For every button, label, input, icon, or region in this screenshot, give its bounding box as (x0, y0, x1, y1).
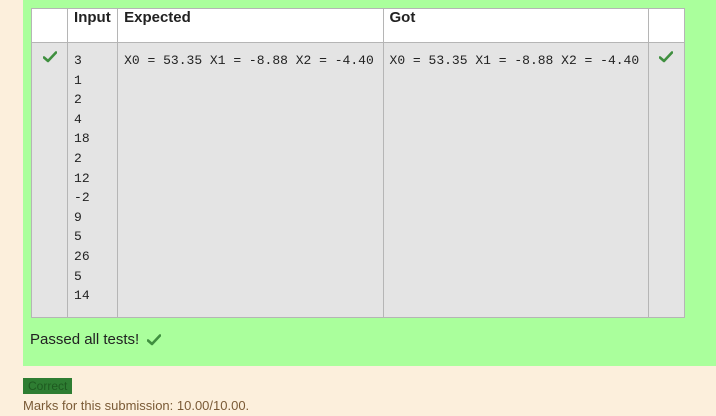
input-line: 5 (74, 268, 82, 284)
expected-output: X0 = 53.35 X1 = -8.88 X2 = -4.40 (124, 53, 374, 68)
input-line: 14 (74, 288, 90, 304)
summary-message: Passed all tests! (30, 331, 162, 348)
test-results-panel: Input Expected Got 3 1 2 4 18 2 12 -2 9 5 26 5 14 X0… (23, 0, 716, 366)
check-icon (42, 51, 57, 63)
marks-text: Marks for this submission: 10.00/10.00. (23, 398, 250, 413)
header-input: Input (67, 8, 119, 43)
header-check2 (647, 8, 686, 43)
input-cell: 3 1 2 4 18 2 12 -2 9 5 26 5 14 (67, 42, 119, 318)
input-line: 3 (74, 53, 82, 68)
table-row: 3 1 2 4 18 2 12 -2 9 5 26 5 14 X0 = 53.35 X1 = -8.88… (30, 42, 686, 318)
page: Input Expected Got 3 1 2 4 18 2 12 -2 9 5 26 5 14 X0… (0, 0, 716, 416)
header-row: Input Expected Got (30, 8, 686, 43)
row-status-cell (30, 42, 69, 318)
input-line: 18 (74, 131, 90, 147)
input-line: 9 (74, 209, 82, 225)
input-line: 12 (74, 170, 90, 186)
input-line: -2 (74, 190, 90, 206)
input-line: 1 (74, 72, 82, 88)
input-line: 5 (74, 229, 82, 245)
got-output: X0 = 53.35 X1 = -8.88 X2 = -4.40 (389, 53, 640, 68)
got-cell: X0 = 53.35 X1 = -8.88 X2 = -4.40 (382, 42, 649, 318)
input-line: 2 (74, 150, 82, 166)
header-expected: Expected (117, 8, 384, 43)
row-status-cell-right (647, 42, 686, 318)
expected-cell: X0 = 53.35 X1 = -8.88 X2 = -4.40 (117, 42, 384, 318)
header-got: Got (382, 8, 649, 43)
summary-text: Passed all tests! (30, 331, 140, 348)
check-icon (659, 51, 674, 63)
input-lines: 3 1 2 4 18 2 12 -2 9 5 26 5 14 (74, 51, 111, 306)
input-line: 26 (74, 248, 90, 264)
input-line: 2 (74, 92, 82, 108)
check-icon (147, 333, 162, 345)
header-check (30, 8, 69, 43)
input-line: 4 (74, 111, 82, 127)
correct-badge: Correct (23, 378, 73, 394)
results-table: Input Expected Got 3 1 2 4 18 2 12 -2 9 5 26 5 14 X0… (30, 8, 686, 318)
